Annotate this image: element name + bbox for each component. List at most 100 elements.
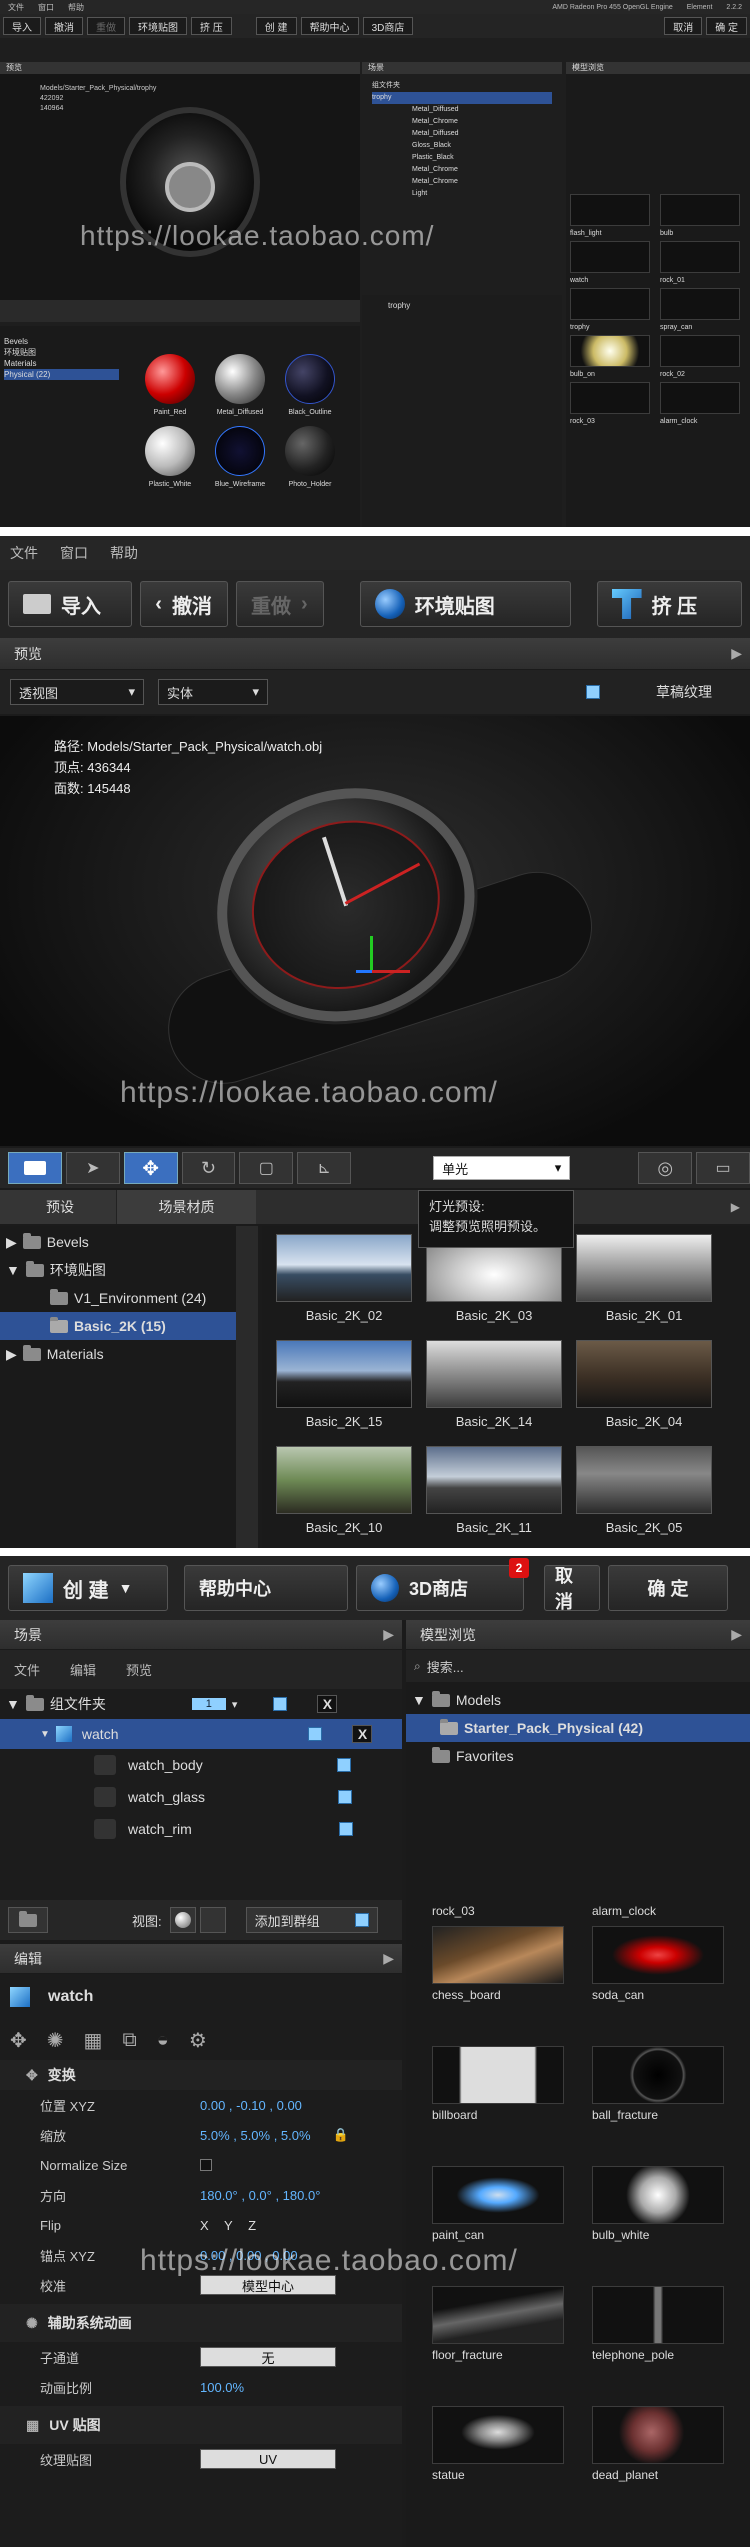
wire-view-button[interactable] (199, 1907, 226, 1933)
checker-icon[interactable]: ▦ (84, 2028, 103, 2053)
rotate-tool-button[interactable]: ↻ (181, 1152, 236, 1184)
env-thumb-7[interactable]: Basic_2K_11 (426, 1446, 562, 1535)
search-input[interactable]: 搜索... (427, 1657, 464, 1676)
ov-env-button[interactable]: 环境贴图 (129, 17, 187, 35)
prop-texture-map[interactable]: 纹理贴图 UV (0, 2444, 402, 2474)
ov-model-5[interactable]: spray_can (660, 288, 746, 331)
ov-model-0[interactable]: flash_light (570, 194, 656, 237)
scene-menu-file[interactable]: 文件 (14, 1660, 40, 1679)
draft-texture-checkbox[interactable] (586, 685, 600, 699)
model-floor-fracture[interactable]: floor_fracture (432, 2286, 564, 2362)
scene-item-watch[interactable]: ▼ watch X (0, 1719, 402, 1749)
move-icon[interactable]: ✥ (10, 2028, 27, 2053)
env-map-button[interactable]: 环境贴图 (359, 581, 571, 627)
env-thumb-0[interactable]: Basic_2K_02 (276, 1234, 412, 1323)
model-statue[interactable]: statue (432, 2406, 564, 2482)
import-button[interactable]: 导入 (8, 581, 133, 627)
ov-scene-item-2[interactable]: Metal_Diffused (372, 104, 552, 116)
prop-flip[interactable]: Flip X Y Z (0, 2210, 402, 2240)
ov-tree-physical[interactable]: Physical (22) (4, 369, 119, 380)
env-thumb-6[interactable]: Basic_2K_10 (276, 1446, 412, 1535)
ov-ok-button[interactable]: 确 定 (706, 17, 747, 35)
ov-create-button[interactable]: 创 建 (255, 17, 297, 35)
env-thumb-2[interactable]: Basic_2K_01 (576, 1234, 712, 1323)
ov-model-7[interactable]: rock_02 (660, 335, 746, 378)
ov-scene-item-1[interactable]: trophy (372, 92, 552, 104)
remove-group-button[interactable]: X (317, 1695, 338, 1713)
chevron-right-icon[interactable]: ▶ (731, 1626, 742, 1643)
prop-subchannel[interactable]: 子通道无 (0, 2342, 402, 2372)
select-tool-button[interactable]: ➤ (65, 1152, 120, 1184)
prop-position[interactable]: 位置 XYZ 0.00 , -0.10 , 0.00 (0, 2090, 402, 2120)
prop-normalize[interactable]: Normalize Size (0, 2150, 402, 2180)
model-tree-starter-pack[interactable]: Starter_Pack_Physical (42) (406, 1714, 750, 1742)
tree-env[interactable]: ▼ 环境贴图 (0, 1256, 236, 1284)
ov-redo-button[interactable]: 重做 (87, 17, 125, 35)
ov-model-2[interactable]: watch (570, 241, 656, 284)
gizmo[interactable] (356, 936, 430, 986)
bevel-icon[interactable]: ◒ (157, 2029, 169, 2052)
cancel-button[interactable]: 取消 (544, 1565, 600, 1612)
ov-scene-item-0[interactable]: 组文件夹 (372, 80, 552, 92)
tab-scene-material[interactable]: 场景材质 (116, 1190, 256, 1224)
model-tree-favorites[interactable]: Favorites (406, 1742, 750, 1770)
scene-item-watch-body[interactable]: watch_body (0, 1749, 402, 1781)
menu-window[interactable]: 窗口 (60, 543, 88, 563)
prop-scale[interactable]: 缩放 5.0% , 5.0% , 5.0% 🔒 (0, 2120, 402, 2150)
scene-menu-edit[interactable]: 编辑 (70, 1660, 96, 1679)
scale-tool-button[interactable]: ▢ (239, 1152, 294, 1184)
remove-watch-button[interactable]: X (352, 1725, 373, 1743)
ov-tree-bevels[interactable]: Bevels (4, 336, 119, 347)
menu-file[interactable]: 文件 (10, 543, 38, 563)
ov-import-button[interactable]: 导入 (3, 17, 41, 35)
scene-menu-preview[interactable]: 预览 (126, 1660, 152, 1679)
tree-v1-env[interactable]: V1_Environment (24) (0, 1284, 236, 1312)
monitor-button[interactable]: ▭ (696, 1152, 750, 1184)
ov-cancel-button[interactable]: 取消 (664, 17, 703, 35)
menu-file[interactable]: 文件 (8, 2, 24, 13)
scene-item-watch-rim[interactable]: watch_rim (0, 1813, 402, 1845)
tree-basic-2k[interactable]: Basic_2K (15) (0, 1312, 236, 1340)
ov-scene-item-3[interactable]: Metal_Chrome (372, 116, 552, 128)
prop-anim-scale[interactable]: 动画比例 100.0% (0, 2372, 402, 2402)
env-thumb-3[interactable]: Basic_2K_15 (276, 1340, 412, 1429)
move-tool-button[interactable]: ✥ (123, 1152, 178, 1184)
visibility-checkbox[interactable] (336, 1758, 351, 1772)
model-paint-can[interactable]: paint_can (432, 2166, 564, 2242)
model-tree-models[interactable]: ▼ Models (406, 1686, 750, 1714)
plastic-white-sphere[interactable] (145, 426, 195, 476)
ov-extrude-button[interactable]: 挤 压 (191, 17, 232, 35)
chevron-right-icon[interactable]: ▶ (383, 1950, 394, 1967)
tree-bevels[interactable]: ▶ Bevels (0, 1228, 236, 1256)
texture-map-select[interactable]: UV (200, 2449, 336, 2469)
help-center-button[interactable]: 帮助中心 (184, 1565, 348, 1611)
black-outline-sphere[interactable] (285, 354, 335, 404)
target-button[interactable]: ◎ (638, 1152, 693, 1184)
model-ball-fracture[interactable]: ball_fracture (592, 2046, 724, 2122)
model-dead-planet[interactable]: dead_planet (592, 2406, 724, 2482)
env-thumb-8[interactable]: Basic_2K_05 (576, 1446, 712, 1535)
extrude-button[interactable]: 挤 压 (596, 581, 743, 627)
prop-orientation[interactable]: 方向 180.0° , 0.0° , 180.0° (0, 2180, 402, 2210)
tree-materials[interactable]: ▶ Materials (0, 1340, 236, 1368)
group-count[interactable]: 1 (191, 1698, 226, 1710)
chevron-right-icon[interactable]: ▶ (731, 1200, 740, 1214)
gear-fx-icon[interactable]: ✺ (47, 2028, 64, 2053)
model-bulb-white[interactable]: bulb_white (592, 2166, 724, 2242)
menu-help[interactable]: 帮助 (110, 543, 138, 563)
ov-tree-materials[interactable]: Materials (4, 358, 119, 369)
model-billboard[interactable]: billboard (432, 2046, 564, 2122)
ov-scene-item-8[interactable]: Metal_Chrome (372, 176, 552, 188)
ov-help-button[interactable]: 帮助中心 (300, 17, 359, 35)
visibility-checkbox[interactable] (308, 1727, 323, 1741)
model-label-rock03[interactable]: rock_03 (432, 1904, 475, 1918)
model-label-alarm[interactable]: alarm_clock (592, 1904, 656, 1918)
light-preset-select[interactable]: 单光 ▾ (433, 1156, 571, 1180)
folder-add-button[interactable] (8, 1907, 48, 1933)
visibility-checkbox[interactable] (273, 1697, 288, 1711)
view-mode-select[interactable]: 透视图 ▾ (10, 679, 144, 705)
paint-red-sphere[interactable] (145, 354, 195, 404)
subchannel-select[interactable]: 无 (200, 2347, 336, 2367)
align-select[interactable]: 模型中心 (200, 2275, 336, 2295)
visibility-checkbox[interactable] (338, 1790, 353, 1804)
